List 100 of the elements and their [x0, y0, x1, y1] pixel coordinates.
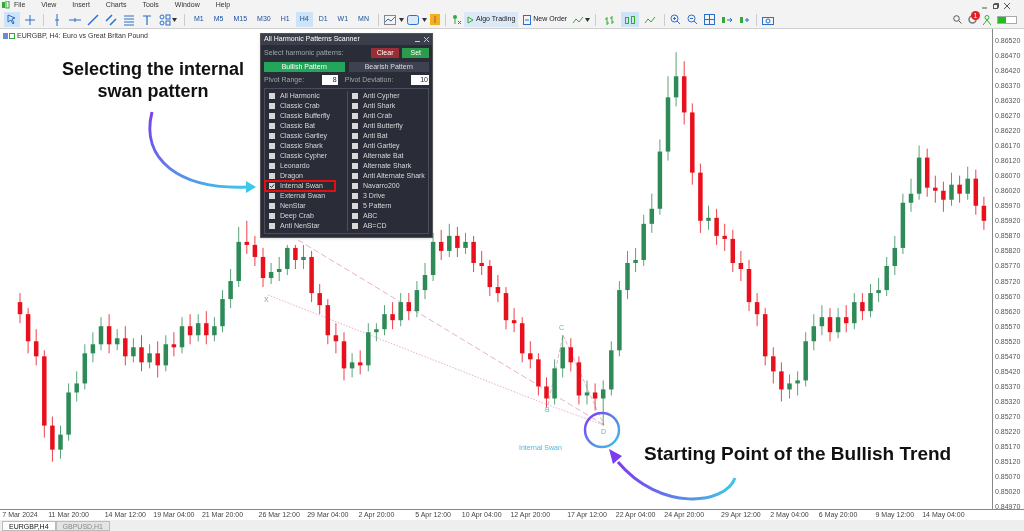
search-icon[interactable]: [953, 15, 962, 24]
crosshair-icon: [24, 13, 36, 26]
candlestick: [244, 220, 250, 255]
template-icon[interactable]: [406, 14, 419, 25]
candlestick: [795, 371, 800, 396]
candlestick: [673, 51, 679, 107]
candlestick: [357, 349, 363, 375]
candlestick: [819, 304, 825, 336]
candlestick: [285, 244, 290, 276]
candlestick: [25, 307, 31, 354]
candlestick: [293, 244, 298, 270]
candlestick: [487, 259, 493, 297]
candlestick: [74, 371, 79, 402]
candlestick: [787, 374, 792, 399]
candlestick: [309, 250, 314, 303]
candlestick: [965, 166, 970, 201]
play-icon: [466, 15, 474, 24]
candlestick: [908, 178, 914, 213]
candlestick: [325, 298, 331, 345]
candlestick: [398, 292, 403, 327]
candlestick: [973, 169, 979, 216]
algo-icon[interactable]: [450, 14, 462, 25]
grid-icon[interactable]: [704, 14, 716, 25]
candlestick: [544, 377, 549, 408]
candlestick: [447, 223, 452, 258]
text-tool-icon: [141, 13, 153, 26]
candlestick: [82, 343, 88, 390]
candlestick: [536, 352, 541, 396]
candlestick: [139, 334, 144, 372]
caret-icon: [172, 17, 177, 22]
candlestick: [779, 361, 784, 402]
tool-button[interactable]: [103, 12, 119, 27]
person-icon[interactable]: [983, 14, 991, 25]
close-icon[interactable]: [1004, 2, 1010, 9]
candlestick: [155, 340, 160, 378]
candlestick: [649, 193, 655, 234]
coin-icon[interactable]: [429, 14, 440, 25]
highlight-circle: [583, 411, 621, 449]
candlestick: [204, 310, 209, 345]
candlestick: [584, 380, 590, 405]
candlestick: [568, 337, 574, 372]
candlestick: [576, 355, 582, 405]
candlestick: [746, 259, 752, 312]
callout-text: Starting Point of the Bullish Trend: [644, 442, 952, 466]
tool-button[interactable]: [4, 12, 20, 27]
candlestick: [58, 425, 63, 460]
candlestick: [860, 292, 865, 321]
candlestick: [560, 334, 565, 378]
candlestick: [317, 283, 322, 315]
candlestick-icon: [624, 14, 637, 25]
indicator-icon[interactable]: [383, 14, 396, 25]
candlestick: [252, 235, 258, 267]
order-icon: [523, 14, 532, 25]
scroll-chart-icon[interactable]: [721, 14, 734, 25]
candlestick: [641, 214, 646, 267]
candlestick: [528, 340, 533, 369]
horizontal-lines-icon: [123, 13, 135, 26]
caret-icon: [398, 17, 404, 22]
candlestick: [187, 313, 193, 345]
candlestick: [33, 328, 39, 366]
candlestick: [212, 316, 217, 342]
candlestick: [106, 313, 112, 354]
candlestick: [876, 277, 881, 303]
zoom-out-icon[interactable]: [687, 14, 699, 25]
candlestick: [519, 316, 525, 363]
candlestick: [66, 383, 71, 442]
tool-button[interactable]: [157, 12, 179, 27]
pointer-icon: [6, 13, 18, 26]
zoom-in-icon[interactable]: [670, 14, 682, 25]
candlestick: [600, 380, 606, 426]
callout-text: Selecting the internal swan pattern: [60, 58, 245, 102]
candlestick: [827, 307, 833, 342]
candlestick: [220, 289, 225, 333]
candlestick: [714, 208, 719, 246]
candlestick: [236, 226, 241, 288]
connection-meter: [997, 15, 1017, 24]
candlestick: [17, 292, 23, 324]
candlestick: [366, 322, 371, 372]
candlestick: [852, 292, 857, 330]
line-chart-icon[interactable]: [572, 14, 585, 25]
candlestick: [195, 313, 201, 342]
candlestick: [228, 268, 233, 309]
candlestick: [268, 262, 274, 285]
candlestick: [349, 352, 355, 378]
tool-button[interactable]: [85, 12, 101, 27]
candlestick: [762, 307, 768, 366]
candlestick: [868, 283, 873, 318]
candlestick: [625, 250, 630, 300]
chart-type-button[interactable]: [621, 12, 640, 27]
chart-header-icon: [3, 33, 15, 40]
candlestick: [463, 232, 468, 255]
candlestick: [495, 274, 501, 303]
shift-chart-icon[interactable]: [739, 14, 752, 25]
candlestick: [698, 163, 703, 234]
camera-icon[interactable]: [762, 14, 775, 25]
candlestick: [503, 286, 509, 330]
restore-icon[interactable]: [993, 2, 999, 9]
candlestick: [131, 337, 136, 363]
candlestick: [811, 313, 817, 351]
candlestick: [609, 340, 614, 396]
